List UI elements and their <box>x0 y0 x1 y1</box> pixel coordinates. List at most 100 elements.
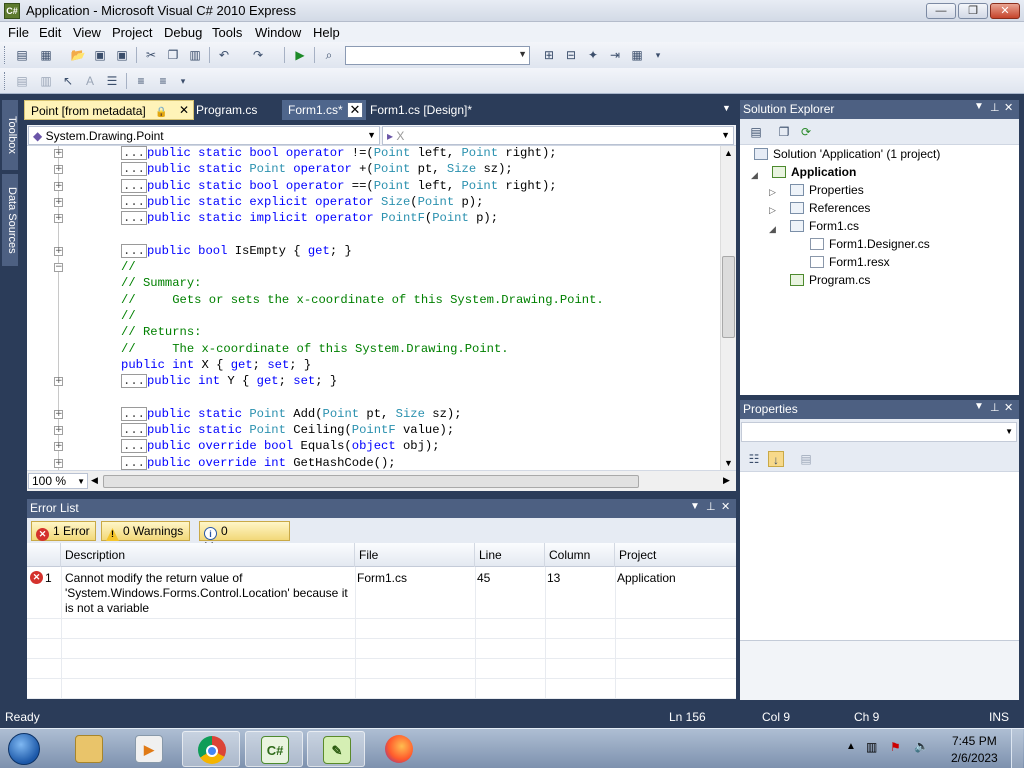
outdent-icon[interactable]: ☰ <box>104 73 120 89</box>
close-icon[interactable]: ✕ <box>721 500 730 513</box>
menu-debug[interactable]: Debug <box>164 25 202 40</box>
clock-date[interactable]: 2/6/2023 <box>951 751 998 765</box>
display-parameter-info-icon[interactable]: ▥ <box>38 73 54 89</box>
column-header-line[interactable]: Line <box>475 543 545 567</box>
close-icon[interactable]: ✕ <box>1004 101 1013 114</box>
tree-form1[interactable]: Form1.cs <box>790 219 859 233</box>
close-tab-icon[interactable]: ✕ <box>347 102 363 118</box>
collapse-icon[interactable]: ◢ <box>769 224 776 235</box>
object-selector-combo[interactable]: ▼ <box>741 422 1017 442</box>
errors-filter-button[interactable]: ✕ 1 Error <box>31 521 96 541</box>
collapsed-region-marker[interactable]: ... <box>121 211 147 226</box>
expand-outline-icon[interactable]: + <box>54 409 63 419</box>
taskbar-explorer[interactable] <box>60 731 118 767</box>
collapsed-region-marker[interactable]: ... <box>121 162 147 177</box>
expand-outline-icon[interactable]: + <box>54 426 63 436</box>
window-position-icon[interactable]: ▼ <box>690 501 700 512</box>
code-line[interactable]: // The x-coordinate of this System.Drawi… <box>27 342 720 358</box>
display-object-member-list-icon[interactable]: ▤ <box>14 73 30 89</box>
show-all-files-icon[interactable]: ❐ <box>776 124 792 140</box>
code-line[interactable]: // Returns: <box>27 325 720 341</box>
column-header-column[interactable]: Column <box>545 543 615 567</box>
expand-icon[interactable]: ▷ <box>769 187 776 198</box>
taskbar-chrome[interactable] <box>182 731 240 767</box>
find-in-files-icon[interactable]: ⌕ <box>321 47 337 63</box>
messages-filter-button[interactable]: i0 Messages <box>199 521 290 554</box>
clock-time[interactable]: 7:45 PM <box>952 734 997 748</box>
scroll-down-icon[interactable]: ▼ <box>724 458 733 468</box>
tree-project[interactable]: Application <box>772 165 856 179</box>
new-project-icon[interactable]: ▤ <box>14 47 30 63</box>
show-desktop-button[interactable] <box>1011 729 1023 768</box>
maximize-button[interactable]: ❐ <box>958 3 988 19</box>
code-line[interactable]: // <box>27 309 720 325</box>
cut-icon[interactable]: ✂ <box>143 47 159 63</box>
window-position-icon[interactable]: ▼ <box>974 101 984 112</box>
collapsed-region-marker[interactable]: ... <box>121 194 147 209</box>
categorized-icon[interactable]: ☷ <box>746 451 762 467</box>
menu-help[interactable]: Help <box>313 25 340 40</box>
code-line[interactable]: +... public static bool operator !=(Point… <box>27 146 720 162</box>
properties-window-icon[interactable]: ⊟ <box>563 47 579 63</box>
comment-lines-icon[interactable]: ≡ <box>133 73 149 89</box>
tab-program-cs[interactable]: Program.cs <box>190 100 263 120</box>
menu-window[interactable]: Window <box>255 25 301 40</box>
property-pages-icon[interactable]: ▤ <box>798 451 814 467</box>
refresh-icon[interactable]: ⟳ <box>798 124 814 140</box>
tree-program[interactable]: Program.cs <box>790 273 870 287</box>
pin-icon[interactable]: ⊥ <box>990 401 1000 414</box>
show-hidden-icons[interactable]: ▲ <box>846 741 856 752</box>
tab-point-metadata[interactable]: Point [from metadata] 🔒 ✕ <box>24 100 194 120</box>
add-item-icon[interactable]: ▦ <box>38 47 54 63</box>
start-debugging-icon[interactable]: ▶ <box>292 47 308 63</box>
error-row[interactable]: ✕ 1 Cannot modify the return value of 'S… <box>27 567 736 619</box>
toolbar-options-icon[interactable]: ▾ <box>650 47 666 63</box>
pin-icon[interactable]: ⊥ <box>990 101 1000 114</box>
vertical-scrollbar[interactable]: ▲ ▼ <box>720 146 736 470</box>
menu-file[interactable]: File <box>8 25 29 40</box>
tree-form1-designer[interactable]: Form1.Designer.cs <box>810 237 930 251</box>
redo-icon[interactable]: ↷ <box>250 47 266 63</box>
toolbar-options-icon[interactable]: ▾ <box>175 73 191 89</box>
display-word-completion-icon[interactable]: A <box>82 73 98 89</box>
column-header-description[interactable]: Description <box>61 543 355 567</box>
toolbar-grip[interactable] <box>4 72 7 90</box>
tree-form1-resx[interactable]: Form1.resx <box>810 255 890 269</box>
scroll-up-icon[interactable]: ▲ <box>724 148 733 158</box>
code-line[interactable]: +... public static Point operator +(Point… <box>27 162 720 178</box>
collapsed-region-marker[interactable]: ... <box>121 178 147 193</box>
code-line[interactable]: +... public static bool operator ==(Point… <box>27 178 720 195</box>
code-editor[interactable]: ◆ System.Drawing.Point ▼ ▸ X ▼ +... publi… <box>27 125 736 491</box>
close-window-button[interactable]: ✕ <box>990 3 1020 19</box>
code-line[interactable]: +... public static Point Add(Point pt, Si… <box>27 406 720 423</box>
minimize-button[interactable]: — <box>926 3 956 19</box>
extension-manager-icon[interactable]: ▦ <box>629 47 645 63</box>
member-combo[interactable]: ▸ X ▼ <box>382 126 734 145</box>
save-all-icon[interactable]: ▣ <box>114 47 130 63</box>
taskbar-firefox[interactable] <box>370 731 428 767</box>
horizontal-scroll-thumb[interactable] <box>103 475 639 488</box>
expand-outline-icon[interactable]: + <box>54 149 63 158</box>
pin-icon[interactable]: ⊥ <box>706 500 716 513</box>
menu-tools[interactable]: Tools <box>212 25 242 40</box>
taskbar-media-player[interactable]: ▶ <box>120 731 178 767</box>
collapsed-region-marker[interactable]: ... <box>121 423 147 438</box>
warnings-filter-button[interactable]: ! 0 Warnings <box>101 521 190 541</box>
tab-form1-design[interactable]: Form1.cs [Design]* <box>364 100 478 120</box>
column-header-icon[interactable] <box>27 543 61 567</box>
expand-icon[interactable]: ▷ <box>769 205 776 216</box>
menu-project[interactable]: Project <box>112 25 152 40</box>
menu-view[interactable]: View <box>73 25 101 40</box>
display-quick-info-icon[interactable]: ↖ <box>60 73 76 89</box>
tree-solution[interactable]: Solution 'Application' (1 project) <box>754 147 940 161</box>
tab-overflow-icon[interactable]: ▼ <box>716 100 737 120</box>
scroll-right-icon[interactable]: ▶ <box>723 475 730 486</box>
copy-icon[interactable]: ❐ <box>165 47 181 63</box>
alphabetical-icon[interactable]: ↓ <box>768 451 784 467</box>
network-icon[interactable]: ▥ <box>866 740 877 754</box>
data-sources-tab[interactable]: Data Sources <box>2 174 18 266</box>
expand-outline-icon[interactable]: + <box>54 197 63 207</box>
toolbox-tab[interactable]: Toolbox <box>2 100 18 170</box>
expand-outline-icon[interactable]: + <box>54 458 63 468</box>
code-line[interactable]: +... public override bool Equals(object o… <box>27 439 720 455</box>
